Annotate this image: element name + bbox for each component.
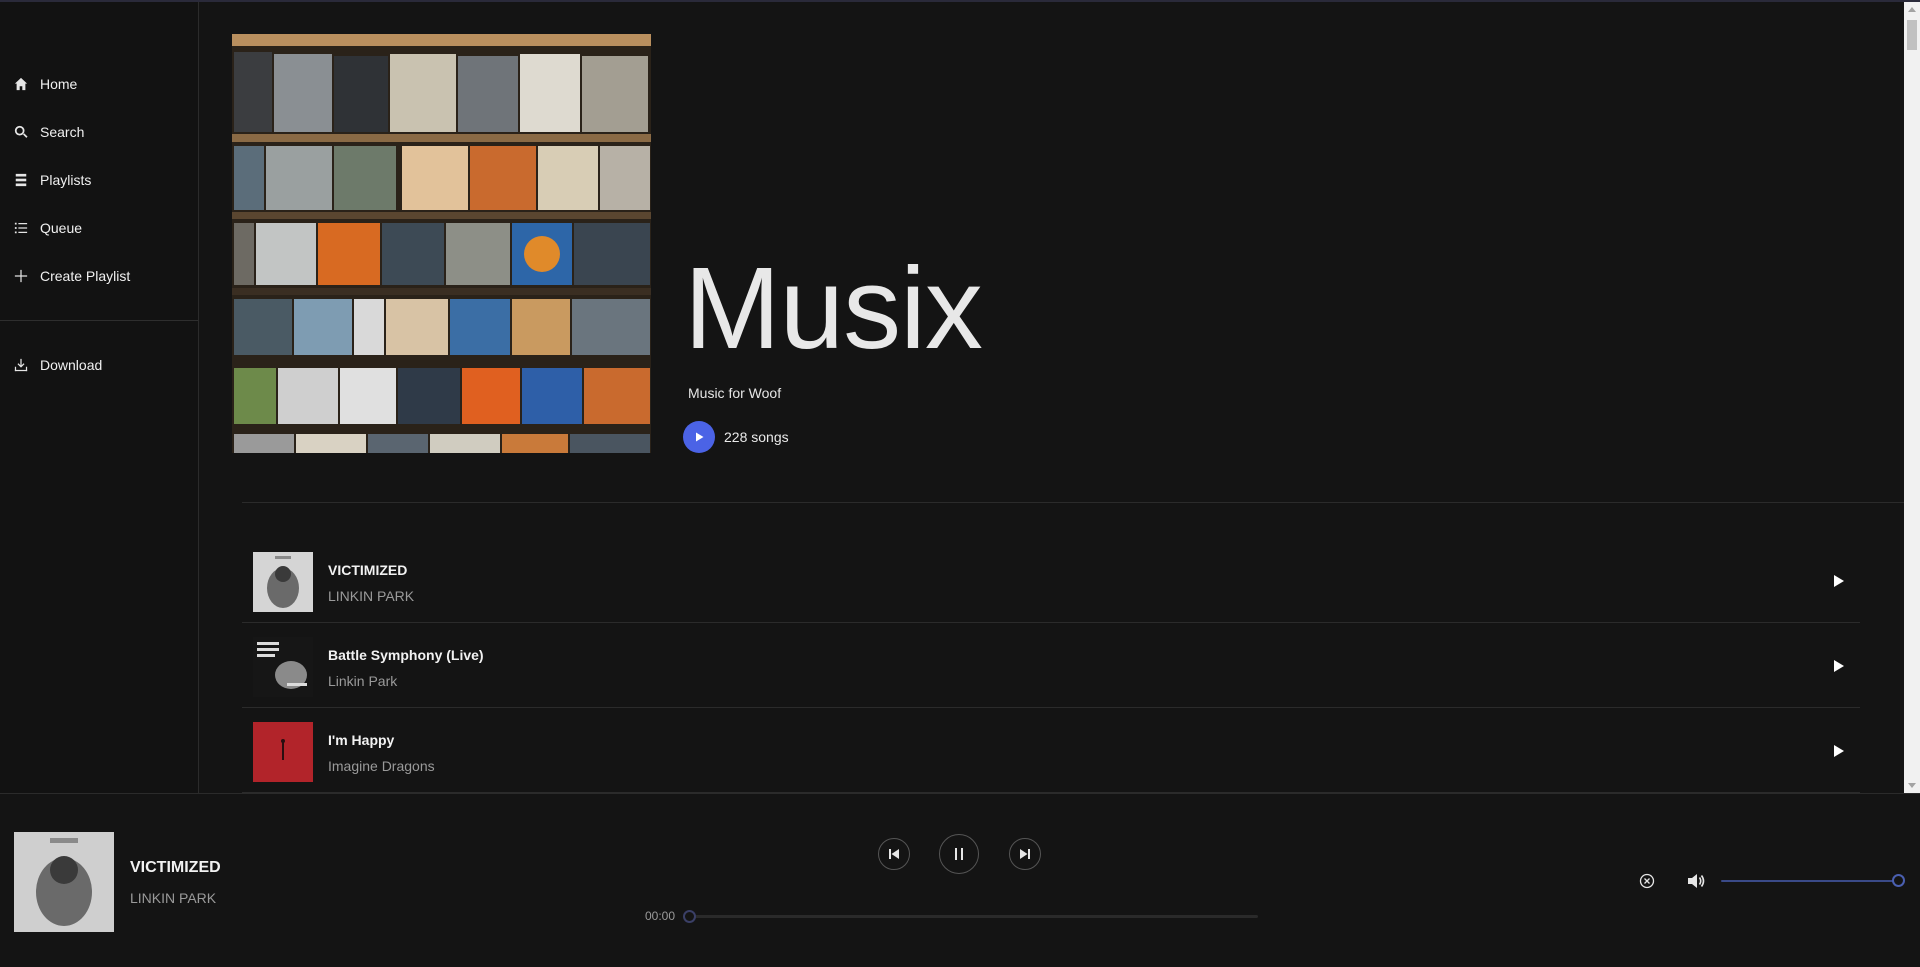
table-row[interactable]: I'm Happy Imagine Dragons	[242, 708, 1860, 793]
track-title: I'm Happy	[328, 732, 395, 748]
now-playing-cover	[14, 832, 114, 932]
sidebar-item-queue[interactable]: Queue	[14, 216, 82, 240]
play-icon	[1834, 660, 1844, 672]
close-queue-button[interactable]	[1639, 873, 1655, 889]
playlists-icon	[15, 173, 27, 187]
sidebar-item-label: Queue	[40, 220, 83, 236]
sidebar: Home Search Playlists Queue Create Playl…	[0, 2, 199, 793]
track-thumbnail	[253, 552, 313, 612]
progress-bar[interactable]	[683, 910, 1258, 923]
plus-icon	[14, 269, 28, 283]
sidebar-item-label: Create Playlist	[40, 268, 131, 284]
playlist-cover-image	[232, 34, 651, 453]
close-circle-icon	[1639, 873, 1655, 889]
download-icon	[14, 358, 28, 372]
playlist-title: Musix	[684, 243, 983, 373]
scroll-thumb[interactable]	[1907, 20, 1917, 50]
track-play-button[interactable]	[1828, 656, 1848, 676]
home-icon	[14, 77, 28, 91]
sidebar-item-playlists[interactable]: Playlists	[14, 168, 91, 192]
sidebar-item-label: Playlists	[40, 172, 92, 188]
sidebar-item-create-playlist[interactable]: Create Playlist	[14, 264, 130, 288]
sidebar-item-home[interactable]: Home	[14, 72, 77, 96]
player-bar: VICTIMIZED LINKIN PARK 00:00	[0, 793, 1920, 967]
play-icon	[1834, 745, 1844, 757]
table-row[interactable]: VICTIMIZED LINKIN PARK	[242, 538, 1860, 623]
track-artist: Imagine Dragons	[328, 758, 435, 774]
header-divider	[242, 502, 1904, 503]
now-playing-artist: LINKIN PARK	[130, 890, 217, 906]
scroll-up-arrow-icon[interactable]	[1908, 7, 1916, 12]
scrollbar[interactable]	[1904, 2, 1920, 793]
sidebar-item-label: Download	[40, 357, 103, 373]
volume-handle[interactable]	[1892, 874, 1905, 887]
pause-button[interactable]	[939, 834, 979, 874]
queue-icon	[14, 222, 28, 234]
pause-icon	[955, 848, 963, 860]
volume-slider[interactable]	[1721, 874, 1905, 887]
sidebar-item-label: Search	[40, 124, 85, 140]
progress-handle[interactable]	[683, 910, 696, 923]
elapsed-time: 00:00	[645, 909, 676, 923]
volume-button[interactable]	[1686, 871, 1706, 891]
sidebar-item-download[interactable]: Download	[14, 353, 102, 377]
song-count: 228 songs	[724, 429, 789, 445]
skip-next-icon	[1020, 849, 1030, 859]
volume-icon	[1688, 874, 1705, 888]
sidebar-divider	[0, 320, 198, 321]
main-content: Musix Music for Woof 228 songs VICTIMIZE…	[200, 2, 1904, 793]
track-thumbnail	[253, 637, 313, 697]
previous-button[interactable]	[878, 838, 910, 870]
play-playlist-button[interactable]	[683, 421, 715, 453]
table-row[interactable]: Battle Symphony (Live) Linkin Park	[242, 623, 1860, 708]
track-artist: Linkin Park	[328, 673, 398, 689]
track-title: Battle Symphony (Live)	[328, 647, 484, 663]
play-icon	[1834, 575, 1844, 587]
sidebar-item-label: Home	[40, 76, 78, 92]
track-artist: LINKIN PARK	[328, 588, 415, 604]
track-title: VICTIMIZED	[328, 562, 408, 578]
search-icon	[14, 125, 28, 138]
skip-previous-icon	[889, 849, 899, 859]
track-play-button[interactable]	[1828, 571, 1848, 591]
play-icon	[696, 432, 704, 442]
track-thumbnail	[253, 722, 313, 782]
now-playing-title: VICTIMIZED	[130, 859, 221, 876]
sidebar-item-search[interactable]: Search	[14, 120, 84, 144]
scroll-down-arrow-icon[interactable]	[1908, 783, 1916, 788]
track-play-button[interactable]	[1828, 741, 1848, 761]
playlist-description: Music for Woof	[688, 385, 782, 401]
next-button[interactable]	[1009, 838, 1041, 870]
